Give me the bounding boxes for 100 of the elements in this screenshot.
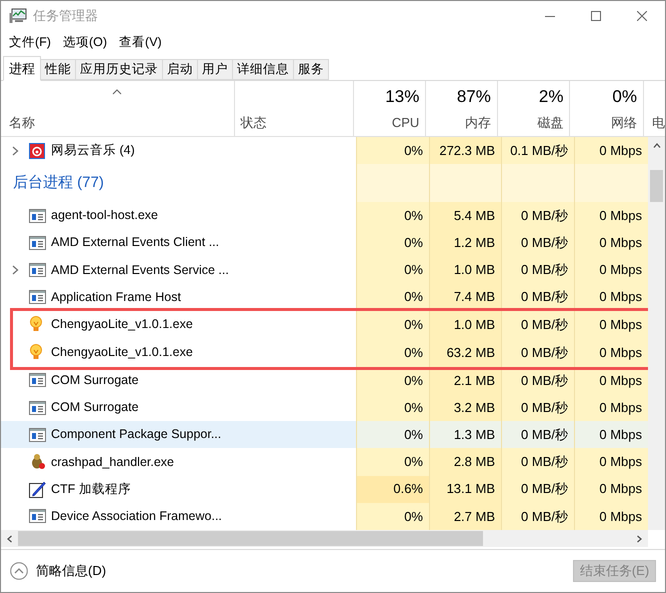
tab[interactable]: 性能 — [41, 59, 76, 80]
table-cell: 0 Mbps — [574, 202, 648, 230]
process-row[interactable]: ChengyaoLite_v1.0.1.exe 0% 63.2 MB 0 MB/秒 0 Mbps — [1, 338, 648, 367]
window-app-icon — [29, 373, 46, 388]
window-app-icon — [29, 263, 46, 278]
usage-percent: 0% — [612, 86, 637, 108]
process-row[interactable]: Device Association Framewo... 0% 2.7 MB 0 MB/秒 0 Mbps — [1, 502, 648, 530]
vertical-scrollbar[interactable] — [648, 137, 665, 530]
column-header[interactable]: 状态 — [240, 112, 266, 132]
usage-percent: 87% — [456, 86, 491, 108]
table-cell: 0% — [356, 256, 429, 284]
usage-percent: 13% — [385, 86, 420, 108]
window-app-icon — [29, 400, 46, 415]
table-cell: 0.6% — [356, 476, 429, 503]
table-cell: 0% — [356, 202, 429, 230]
process-name: Application Frame Host — [51, 288, 181, 306]
process-row[interactable]: AMD External Events Client ... 0% 1.2 MB 0 MB/秒 0 Mbps — [1, 229, 648, 256]
scroll-left-icon[interactable] — [7, 534, 12, 542]
music-app-icon — [29, 142, 45, 159]
process-row[interactable]: agent-tool-host.exe 0% 5.4 MB 0 MB/秒 0 Mbps — [1, 202, 648, 230]
process-name: 网易云音乐 (4) — [51, 142, 135, 160]
monitor-chart-icon — [9, 8, 27, 24]
table-cell: 0 Mbps — [574, 476, 648, 503]
column-header[interactable]: 电 — [652, 112, 665, 132]
process-row[interactable]: COM Surrogate 0% 3.2 MB 0 MB/秒 0 Mbps — [1, 394, 648, 422]
process-row[interactable]: crashpad_handler.exe 0% 2.8 MB 0 MB/秒 0 Mbps — [1, 448, 648, 476]
process-row[interactable]: COM Surrogate 0% 2.1 MB 0 MB/秒 0 Mbps — [1, 366, 648, 394]
menu-item[interactable]: 选项(O) — [56, 32, 114, 52]
process-row[interactable]: 网易云音乐 (4) 0% 272.3 MB 0.1 MB/秒 0 Mbps — [1, 137, 648, 164]
group-heading: 后台进程 (77) — [13, 172, 104, 193]
tab[interactable]: 启动 — [163, 59, 198, 80]
column-header[interactable]: CPU — [392, 112, 420, 132]
scroll-thumb[interactable] — [650, 170, 663, 202]
process-name: ChengyaoLite_v1.0.1.exe — [51, 344, 193, 362]
column-header[interactable]: 名称 — [9, 112, 234, 132]
maximize-icon — [591, 11, 601, 21]
table-cell: 3.2 MB — [429, 394, 501, 422]
table-cell: 0 Mbps — [574, 394, 648, 422]
table-cell: 0% — [356, 421, 429, 448]
tab[interactable]: 详细信息 — [233, 59, 294, 80]
lightbulb-icon — [29, 316, 43, 334]
table-cell: 0% — [356, 502, 429, 530]
window-app-icon — [29, 208, 46, 223]
tab[interactable]: 应用历史记录 — [76, 59, 163, 80]
tab[interactable]: 进程 — [3, 56, 41, 81]
table-cell: 0.1 MB/秒 — [501, 137, 574, 164]
table-cell: 0 MB/秒 — [501, 448, 574, 476]
table-cell: 0 MB/秒 — [501, 202, 574, 230]
scroll-thumb[interactable] — [18, 531, 483, 546]
table-cell: 0 Mbps — [574, 310, 648, 339]
horizontal-scrollbar[interactable] — [1, 530, 648, 547]
process-row[interactable]: Component Package Suppor... 0% 1.3 MB 0 MB/秒 0 Mbps — [1, 421, 648, 448]
table-cell: 5.4 MB — [429, 202, 501, 230]
table-cell: 0 MB/秒 — [501, 310, 574, 339]
process-name: AMD External Events Service ... — [51, 262, 229, 279]
expand-chevron-icon[interactable] — [12, 146, 18, 156]
fewer-details-button[interactable]: 简略信息(D) — [10, 561, 106, 581]
process-row[interactable]: Application Frame Host 0% 7.4 MB 0 MB/秒 0 Mbps — [1, 284, 648, 311]
table-cell: 13.1 MB — [429, 476, 501, 503]
collapse-chevron-icon — [10, 562, 28, 580]
scroll-right-icon[interactable] — [637, 534, 642, 542]
window-app-icon — [29, 428, 46, 442]
table-cell: 0 Mbps — [574, 421, 648, 448]
scroll-up-icon[interactable] — [652, 143, 660, 148]
process-name: AMD External Events Client ... — [51, 234, 220, 252]
table-cell: 2.7 MB — [429, 502, 501, 530]
process-name: ChengyaoLite_v1.0.1.exe — [51, 316, 193, 334]
column-header[interactable]: 磁盘 — [537, 112, 564, 132]
window-app-icon — [29, 290, 46, 304]
tab[interactable]: 服务 — [294, 59, 329, 80]
table-cell: 0 MB/秒 — [501, 502, 574, 530]
tab[interactable]: 用户 — [198, 59, 233, 80]
process-name: agent-tool-host.exe — [51, 207, 158, 224]
table-cell: 0 MB/秒 — [501, 256, 574, 284]
table-cell: 0 MB/秒 — [501, 394, 574, 422]
table-cell: 0 MB/秒 — [501, 229, 574, 256]
pen-on-paper-icon — [29, 480, 46, 498]
sort-caret-icon — [112, 89, 122, 95]
menu-item[interactable]: 查看(V) — [113, 32, 168, 52]
expand-chevron-icon[interactable] — [12, 265, 18, 276]
process-row[interactable]: AMD External Events Service ... 0% 1.0 MB 0 MB/秒 0 Mbps — [1, 256, 648, 284]
window-app-icon — [29, 509, 46, 524]
table-cell: 0 Mbps — [574, 502, 648, 530]
close-icon — [637, 11, 647, 21]
table-cell: 0 Mbps — [574, 229, 648, 256]
table-cell: 0 Mbps — [574, 137, 648, 164]
process-row[interactable]: CTF 加载程序 0.6% 13.1 MB 0 MB/秒 0 Mbps — [1, 476, 648, 503]
table-cell: 2.8 MB — [429, 448, 501, 476]
table-cell: 0 Mbps — [574, 448, 648, 476]
table-cell: 0 Mbps — [574, 338, 648, 367]
window-app-icon — [29, 236, 46, 250]
table-cell: 1.0 MB — [429, 310, 501, 339]
column-header[interactable]: 内存 — [464, 112, 491, 132]
table-cell: 1.3 MB — [429, 421, 501, 448]
table-cell: 1.2 MB — [429, 229, 501, 256]
process-name: Device Association Framewo... — [51, 508, 222, 525]
table-cell: 0 MB/秒 — [501, 421, 574, 448]
process-row[interactable]: ChengyaoLite_v1.0.1.exe 0% 1.0 MB 0 MB/秒 0 Mbps — [1, 310, 648, 339]
column-header[interactable]: 网络 — [611, 112, 637, 132]
menu-item[interactable]: 文件(F) — [3, 32, 57, 52]
